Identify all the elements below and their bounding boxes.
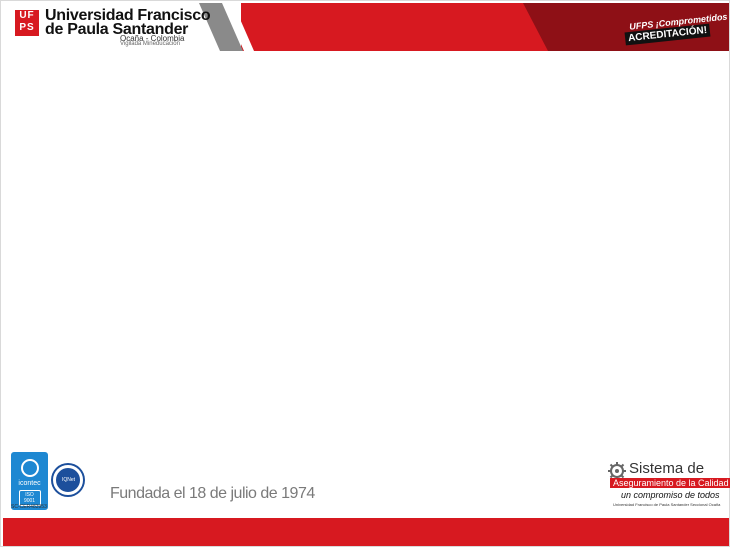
slide-frame: UF PS Universidad Francisco de Paula San… [0,0,730,547]
footer-red-bar [3,518,729,546]
icontec-name: icontec [18,480,41,487]
logo-mark-line2: PS [19,22,35,33]
logo-mark-line1: UF [19,10,35,21]
quality-system-subtitle: Aseguramiento de la Calidad [610,478,730,488]
header-banner: UF PS Universidad Francisco de Paula San… [3,3,729,51]
quality-system-smallprint: Universidad Francisco de Paula Santander… [613,502,721,507]
vigilance-text: Vigilada Mineducación [120,41,180,47]
icontec-cert: SC-CER483953 [11,504,47,510]
iqnet-seal: IQNet [53,465,83,495]
founded-date: Fundada el 18 de julio de 1974 [110,485,315,502]
quality-system-tagline: un compromiso de todos [621,490,720,500]
iqnet-label: IQNet [62,477,76,483]
accreditation-badge: UFPS ¡Comprometidos con la! ACREDITACIÓN… [621,8,729,47]
quality-system-title: Sistema de [629,460,705,477]
ufps-logo-mark: UF PS [15,10,39,36]
icontec-ring-icon [20,459,39,477]
icontec-logo: icontec ISO 9001 [11,452,48,510]
quality-system-logo: Sistema de Aseguramiento de la Calidad u… [607,460,730,509]
